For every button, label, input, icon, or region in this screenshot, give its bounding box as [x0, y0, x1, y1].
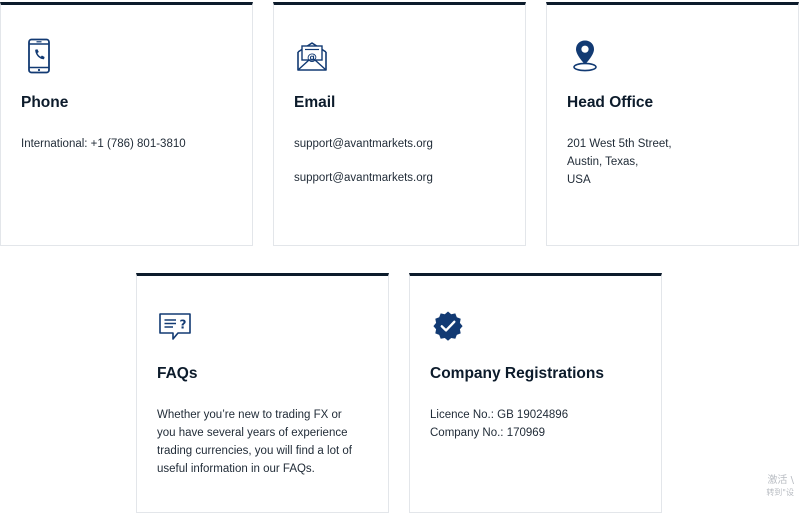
- company-number: Company No.: 170969: [430, 424, 568, 442]
- card-body: International: +1 (786) 801-3810: [21, 135, 186, 153]
- card-title: Company Registrations: [430, 365, 604, 383]
- faqs-description: Whether you’re new to trading FX or you …: [157, 406, 362, 478]
- activation-watermark: 激活 \ 转到"设: [766, 475, 794, 499]
- contact-card-head-office: Head Office 201 West 5th Street, Austin,…: [546, 2, 799, 246]
- card-title: Phone: [21, 94, 68, 112]
- watermark-line: 激活 \: [766, 475, 794, 487]
- email-link[interactable]: support@avantmarkets.org: [294, 135, 433, 153]
- contact-card-registrations: Company Registrations Licence No.: GB 19…: [409, 273, 662, 513]
- map-pin-icon: [567, 36, 603, 76]
- verified-badge-icon: [430, 307, 466, 347]
- address-line: USA: [567, 171, 672, 189]
- chat-question-icon: ?: [157, 307, 193, 347]
- contact-card-phone: Phone International: +1 (786) 801-3810: [0, 2, 253, 246]
- phone-number[interactable]: International: +1 (786) 801-3810: [21, 135, 186, 153]
- email-link[interactable]: support@avantmarkets.org: [294, 169, 433, 187]
- svg-text:@: @: [307, 53, 317, 64]
- contact-card-email: @ Email support@avantmarkets.org support…: [273, 2, 526, 246]
- card-body: 201 West 5th Street, Austin, Texas, USA: [567, 135, 672, 189]
- card-body: support@avantmarkets.org support@avantma…: [294, 135, 433, 187]
- address-line: Austin, Texas,: [567, 153, 672, 171]
- contact-card-faqs: ? FAQs Whether you’re new to trading FX …: [136, 273, 389, 513]
- address-line: 201 West 5th Street,: [567, 135, 672, 153]
- card-title: Head Office: [567, 94, 653, 112]
- licence-number: Licence No.: GB 19024896: [430, 406, 568, 424]
- card-title: Email: [294, 94, 335, 112]
- mobile-phone-icon: [21, 36, 57, 76]
- card-title: FAQs: [157, 365, 197, 383]
- watermark-line: 转到"设: [766, 487, 794, 499]
- spacer: [294, 153, 433, 169]
- card-body: Licence No.: GB 19024896 Company No.: 17…: [430, 406, 568, 442]
- envelope-at-icon: @: [294, 36, 330, 76]
- svg-text:?: ?: [180, 318, 187, 332]
